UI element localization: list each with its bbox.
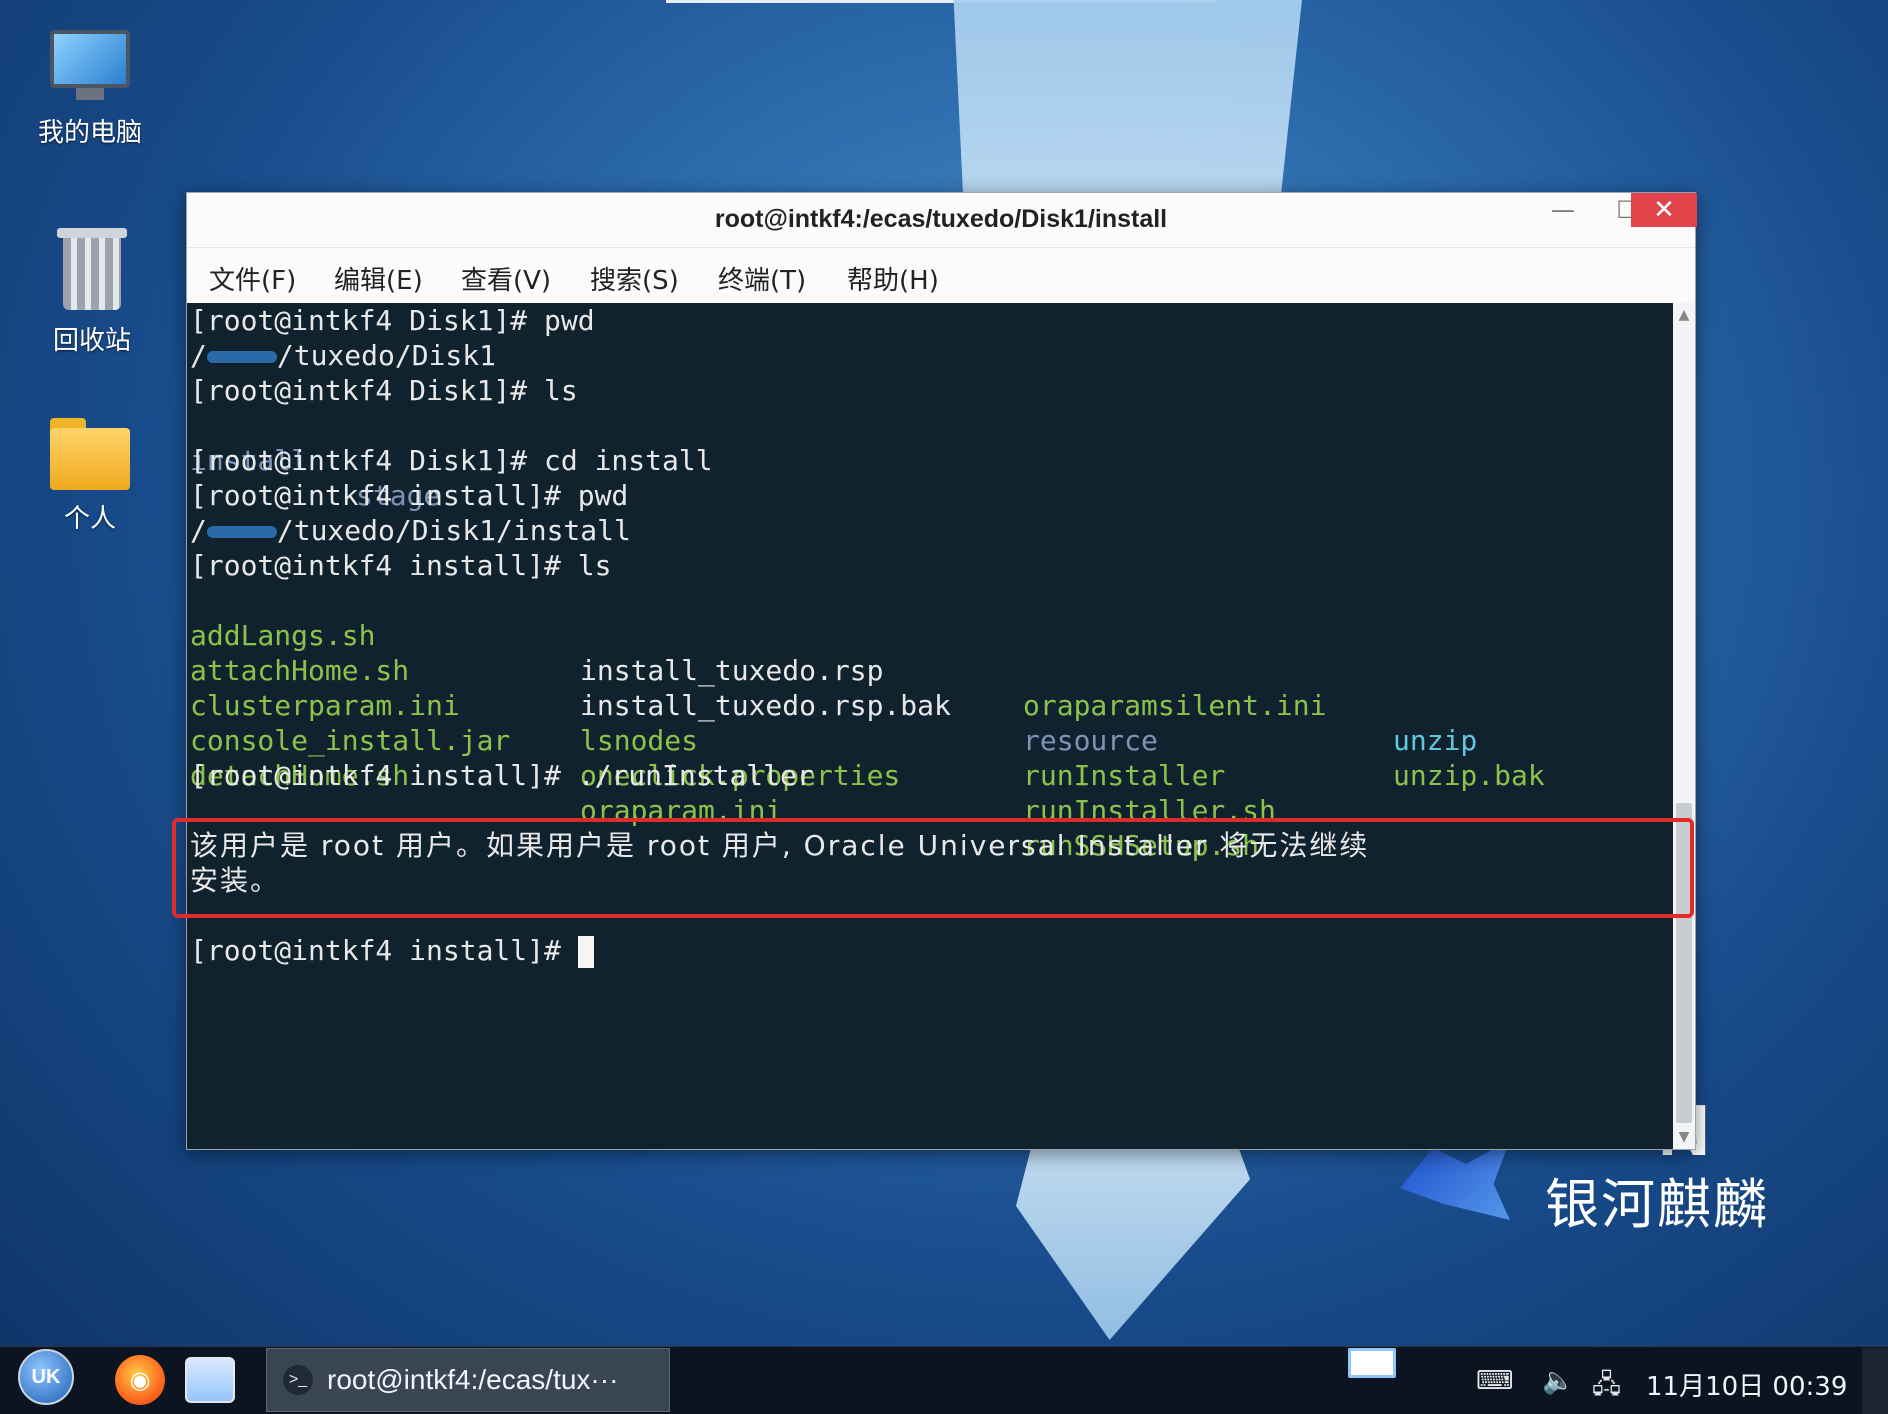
- taskbar-window-title: root@intkf4:/ecas/tux···: [327, 1364, 619, 1395]
- file-manager-icon: [185, 1357, 235, 1403]
- terminal-line: //tuxedo/Disk1/install: [190, 514, 631, 547]
- show-desktop-button[interactable]: [1862, 1348, 1888, 1414]
- firefox-icon: ◉: [115, 1355, 165, 1405]
- terminal-line: [root@intkf4 install]# pwd: [190, 479, 629, 512]
- menu-edit[interactable]: 编辑(E): [334, 260, 423, 297]
- menu-bar: 文件(F) 编辑(E) 查看(V) 搜索(S) 终端(T) 帮助(H): [187, 247, 1695, 303]
- menu-help[interactable]: 帮助(H): [847, 260, 939, 297]
- trash-icon: [57, 220, 127, 312]
- clock[interactable]: 11月10日 00:39: [1646, 1366, 1847, 1403]
- network-icon[interactable]: 🖧: [1592, 1366, 1621, 1410]
- redacted-mark: [206, 526, 277, 538]
- scroll-down-arrow-icon[interactable]: ▼: [1673, 1129, 1695, 1145]
- file-manager-launcher[interactable]: [182, 1354, 238, 1406]
- desktop-icon-label: 回收站: [52, 326, 131, 356]
- terminal-line: [root@intkf4 install]# ./runInstaller: [190, 759, 814, 792]
- volume-icon[interactable]: 🔈: [1542, 1366, 1574, 1396]
- window-title: root@intkf4:/ecas/tuxedo/Disk1/install: [714, 205, 1168, 233]
- vertical-scrollbar[interactable]: ▲ ▼: [1673, 303, 1695, 1149]
- terminal-line: //tuxedo/Disk1: [190, 339, 497, 372]
- menu-file[interactable]: 文件(F): [209, 260, 296, 297]
- brand-text: 银河麒麟: [1545, 1173, 1769, 1236]
- menu-terminal[interactable]: 终端(T): [718, 260, 806, 297]
- computer-icon: [50, 30, 130, 104]
- desktop-icon-computer[interactable]: 我的电脑: [20, 30, 160, 149]
- firefox-launcher[interactable]: ◉: [112, 1354, 168, 1406]
- desktop-icon-label: 个人: [63, 504, 116, 534]
- terminal-prompt: [root@intkf4 install]#: [190, 933, 594, 968]
- terminal-window[interactable]: root@intkf4:/ecas/tuxedo/Disk1/install —…: [186, 192, 1697, 1150]
- terminal-output[interactable]: [root@intkf4 Disk1]# pwd //tuxedo/Disk1 …: [187, 303, 1673, 1149]
- start-logo-icon: UK: [18, 1349, 74, 1405]
- close-button[interactable]: ✕: [1631, 193, 1697, 227]
- home-folder-icon: [50, 418, 130, 490]
- scroll-up-arrow-icon[interactable]: ▲: [1673, 307, 1695, 323]
- terminal-line: [root@intkf4 Disk1]# ls: [190, 374, 578, 407]
- terminal-line: [root@intkf4 Disk1]# cd install: [190, 444, 713, 477]
- workspace-switcher[interactable]: [1348, 1348, 1396, 1378]
- terminal-line: [root@intkf4 Disk1]# pwd: [190, 304, 595, 337]
- text-cursor: [577, 936, 594, 968]
- desktop-icon-home[interactable]: 个人: [20, 418, 160, 535]
- terminal-line: [root@intkf4 install]# ls: [190, 549, 612, 582]
- menu-view[interactable]: 查看(V): [461, 260, 551, 297]
- taskbar-window-terminal[interactable]: >_ root@intkf4:/ecas/tux···: [266, 1348, 670, 1412]
- minimize-button[interactable]: —: [1531, 193, 1595, 227]
- start-menu-button[interactable]: UK: [18, 1349, 74, 1405]
- kylin-logo: [1400, 1140, 1510, 1220]
- desktop-icon-trash[interactable]: 回收站: [22, 220, 162, 357]
- terminal-icon: >_: [283, 1365, 313, 1395]
- title-bar[interactable]: root@intkf4:/ecas/tuxedo/Disk1/install —…: [187, 193, 1697, 247]
- menu-search[interactable]: 搜索(S): [590, 260, 679, 297]
- error-highlight-box: [172, 818, 1694, 918]
- redacted-mark: [206, 351, 277, 363]
- keyboard-icon[interactable]: ⌨: [1476, 1366, 1514, 1396]
- desktop-icon-label: 我的电脑: [37, 118, 142, 148]
